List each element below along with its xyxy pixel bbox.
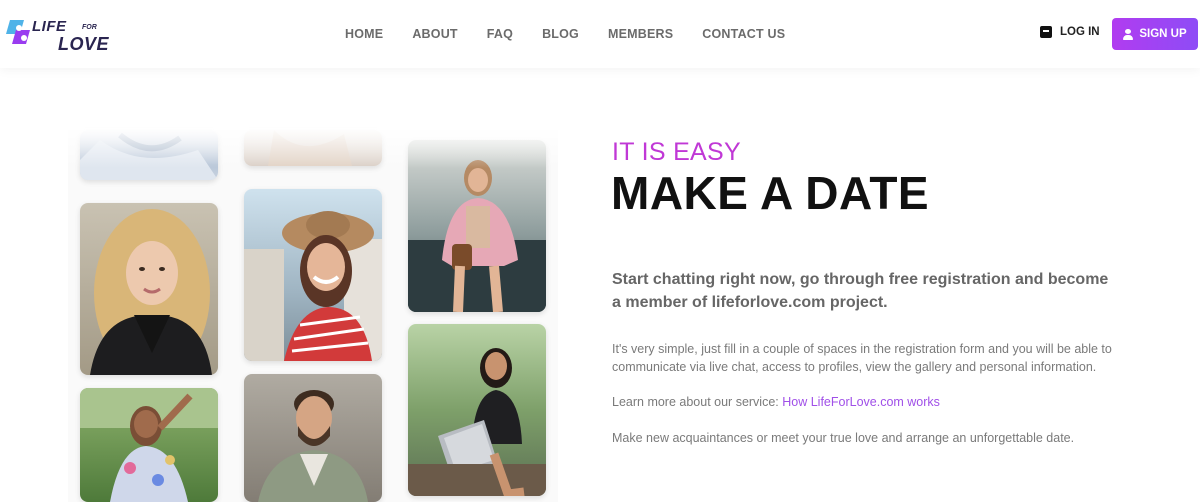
photo-8-image [258, 390, 368, 502]
learn-more-text: Learn more about our service: [612, 395, 783, 409]
login-label: LOG IN [1060, 26, 1100, 38]
hero-lead: Start chatting right now, go through fre… [612, 271, 1109, 311]
nav-home[interactable]: HOME [345, 27, 383, 41]
nav-members[interactable]: MEMBERS [608, 27, 673, 41]
hero-paragraph-1: It's very simple, just fill in a couple … [612, 342, 1112, 374]
login-button[interactable]: LOG IN [1040, 26, 1100, 38]
user-icon [1123, 28, 1134, 40]
nav-about[interactable]: ABOUT [412, 27, 457, 41]
photo-4-image [90, 209, 212, 375]
site-logo[interactable]: LIFE FOR LOVE [6, 12, 116, 56]
hero-eyebrow: IT IS EASY [612, 138, 741, 166]
profile-photo-6[interactable] [408, 324, 546, 496]
photo-6-image [408, 348, 546, 496]
photo-5-image [244, 211, 382, 361]
photo-7-image [80, 388, 218, 502]
site-header: LIFE FOR LOVE HOME ABOUT FAQ BLOG MEMBER… [0, 0, 1200, 68]
signup-button[interactable]: SIGN UP [1112, 18, 1198, 50]
logo-text-love: LOVE [58, 34, 110, 54]
nav-faq[interactable]: FAQ [487, 27, 513, 41]
main-nav: HOME ABOUT FAQ BLOG MEMBERS CONTACT US [345, 0, 814, 68]
hero-paragraph-3: Make new acquaintances or meet your true… [612, 431, 1075, 445]
how-it-works-link[interactable]: How LifeForLove.com works [782, 395, 940, 409]
signup-label: SIGN UP [1139, 28, 1187, 40]
hero-headline: MAKE A DATE [611, 167, 930, 219]
gallery-top-fade [68, 128, 558, 168]
profile-photo-5[interactable] [244, 189, 382, 361]
profile-photo-4[interactable] [80, 203, 218, 375]
nav-blog[interactable]: BLOG [542, 27, 579, 41]
profile-photo-7[interactable] [80, 388, 218, 502]
logo-text-for: FOR [82, 24, 97, 31]
hero-paragraph-2: Learn more about our service: How LifeFo… [612, 395, 940, 409]
logo-text-life: LIFE [32, 18, 67, 35]
login-icon [1040, 26, 1052, 38]
profile-photo-8[interactable] [244, 374, 382, 502]
nav-contact-us[interactable]: CONTACT US [702, 27, 785, 41]
